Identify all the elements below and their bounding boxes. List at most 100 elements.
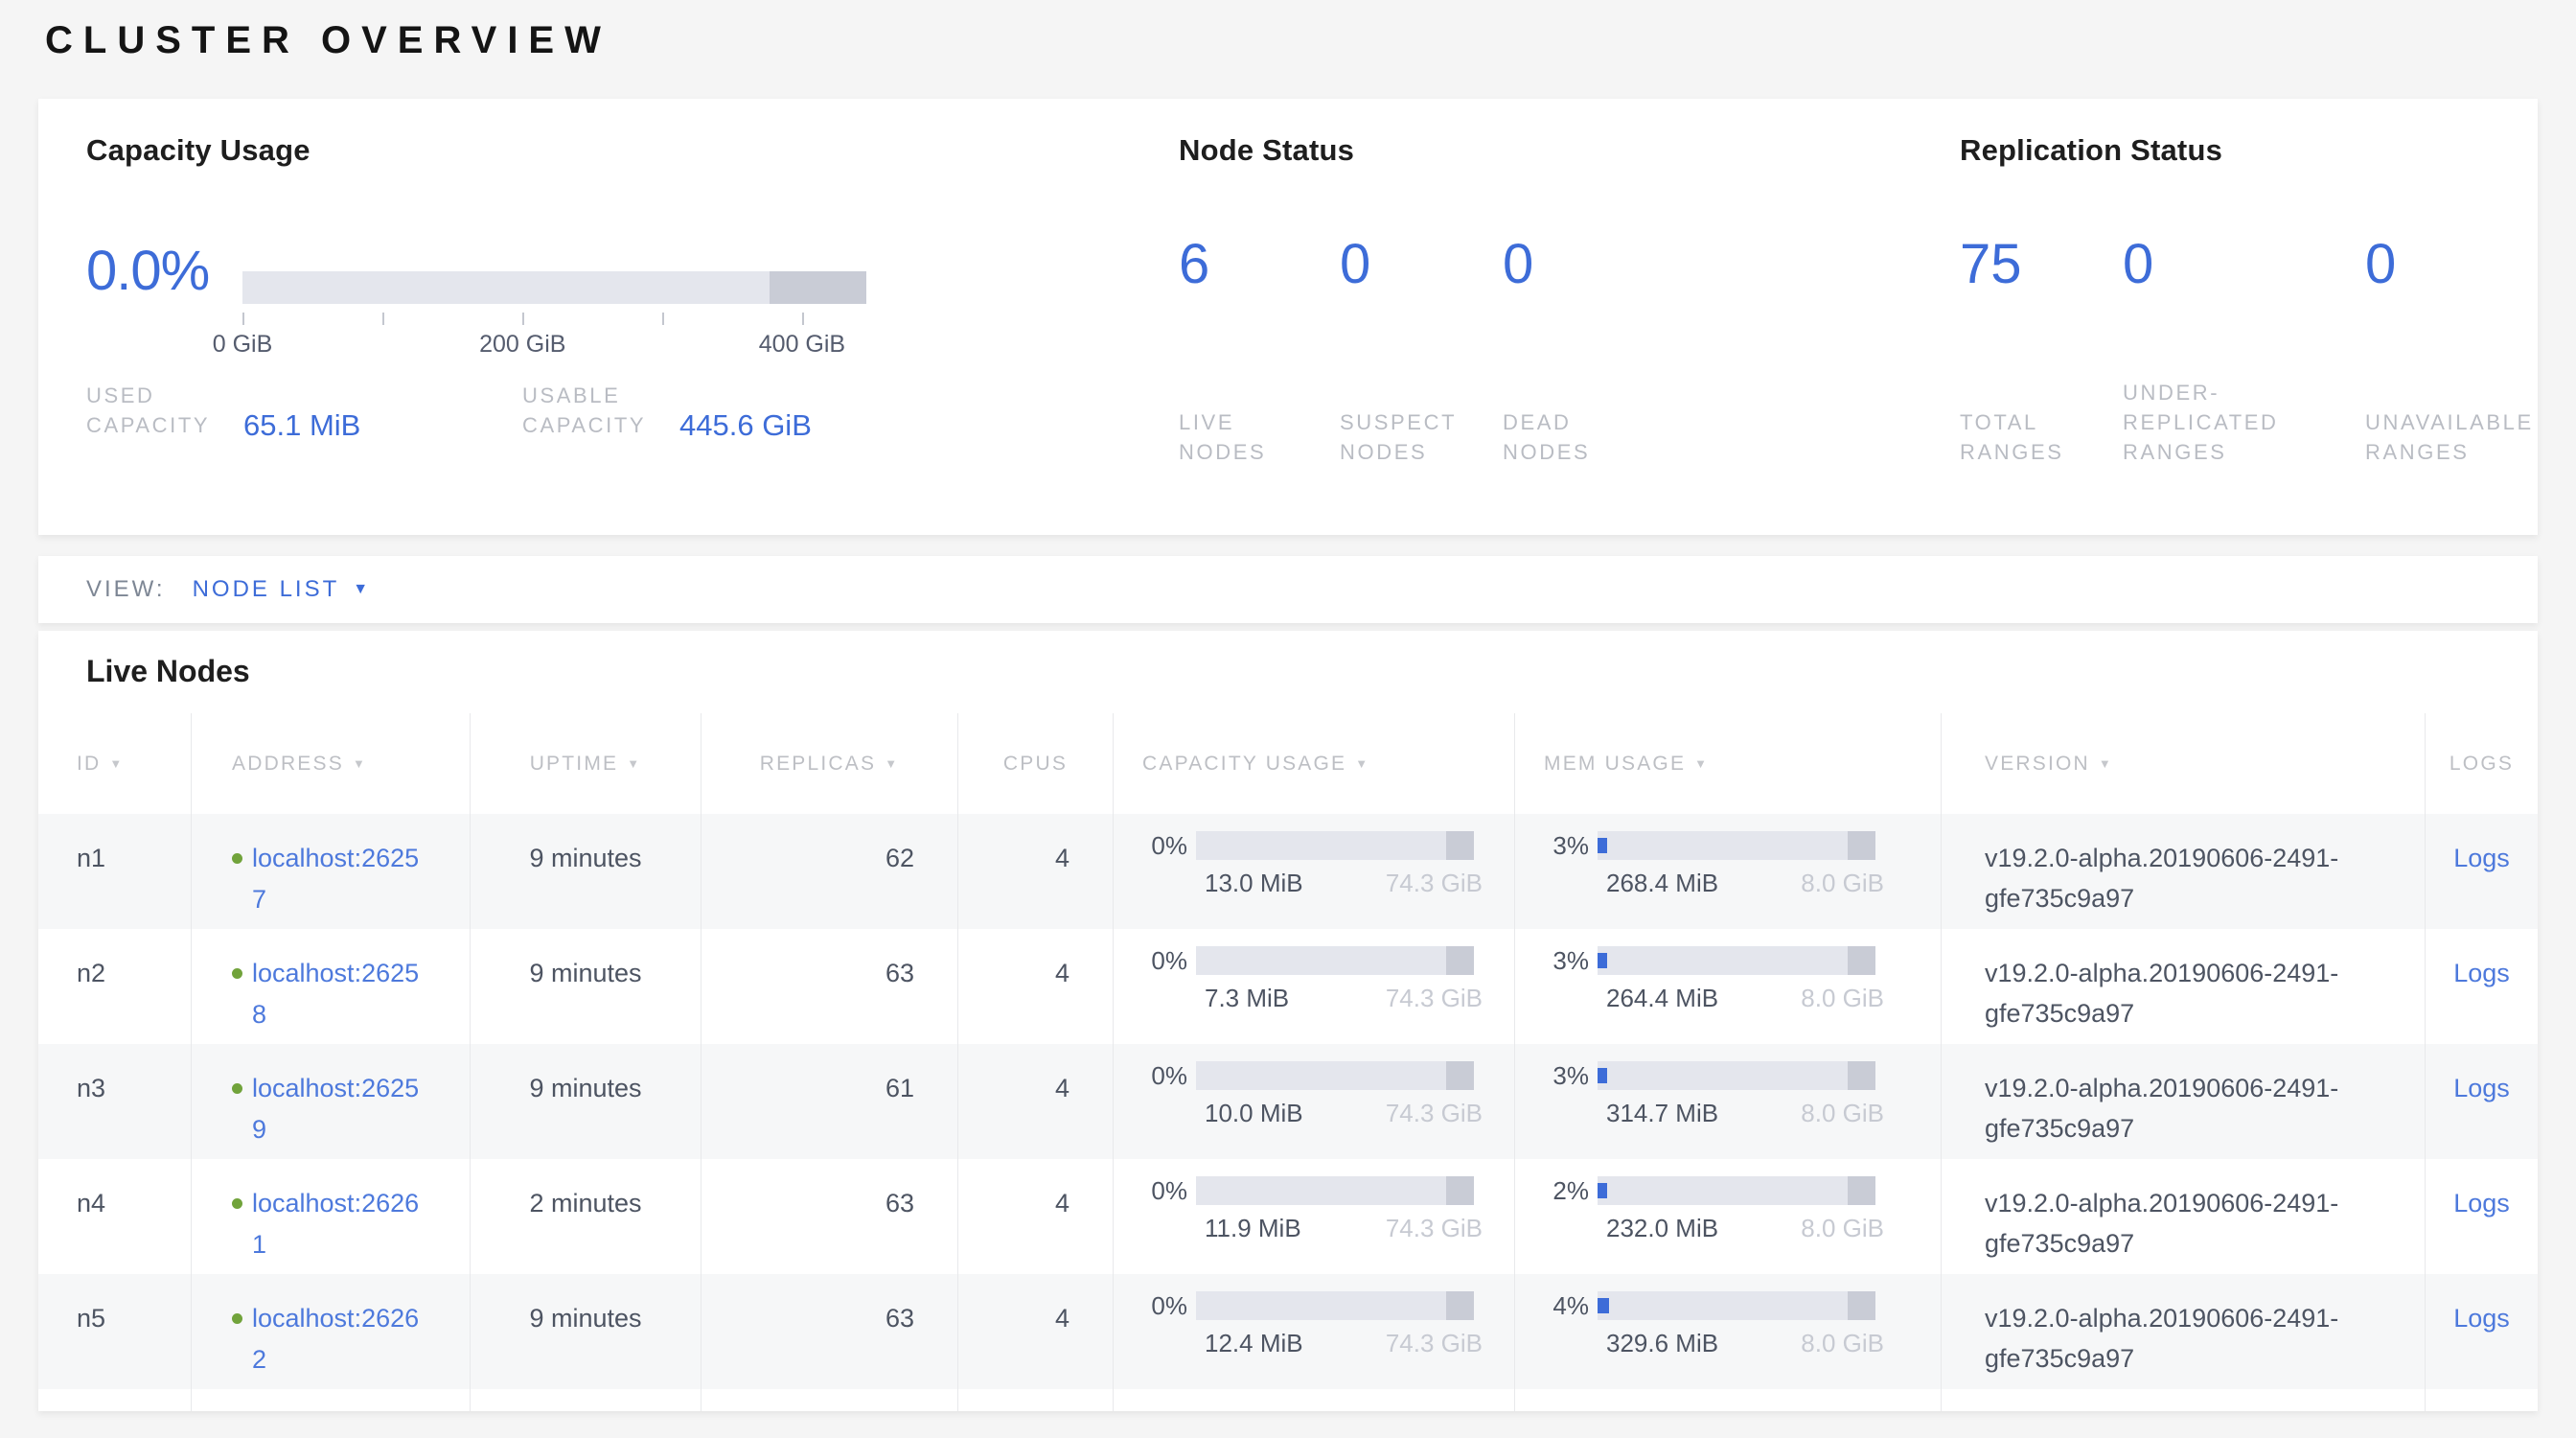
sort-caret-icon: ▼ [353, 756, 367, 771]
address-link[interactable]: localhost:26262 [252, 1298, 423, 1380]
usage-percent: 3% [1515, 1061, 1598, 1091]
column-header-uptime[interactable]: UPTIME ▼ [470, 713, 701, 814]
column-header-id[interactable]: ID▼ [38, 713, 191, 814]
node-live-dot [232, 1083, 242, 1094]
usage-values: 264.4 MiB8.0 GiB [1606, 984, 1884, 1013]
capacity-usage-cell: 0% 11.9 MiB74.3 GiB [1113, 1159, 1514, 1274]
partial-cell [2425, 1389, 2538, 1411]
cell-uptime: 2 minutes [470, 1159, 701, 1274]
live-nodes-card: Live Nodes ID▼ADDRESS▼UPTIME▼REPLICAS▼CP… [38, 631, 2538, 1411]
stat-value: 0 [2365, 237, 2576, 292]
live-nodes-heading: Live Nodes [86, 654, 250, 689]
cell-logs: Logs [2425, 814, 2538, 929]
usage-total: 74.3 GiB [1386, 1329, 1483, 1358]
usage-bar-reserved [1848, 1061, 1875, 1090]
sort-caret-icon: ▼ [885, 756, 899, 771]
table-row: n5localhost:262629 minutes6340%12.4 MiB7… [38, 1274, 2538, 1389]
usage-total: 74.3 GiB [1386, 869, 1483, 898]
stat-value: 65.1 MiB [243, 410, 360, 441]
usage-bar-fill [1598, 1183, 1607, 1198]
tick-label: 200 GiB [479, 331, 565, 359]
node-live-dot [232, 968, 242, 979]
cell-version: v19.2.0-alpha.20190606-2491-gfe735c9a97 [1941, 814, 2425, 929]
stat-label: DEAD NODES [1503, 407, 1661, 467]
cell-logs: Logs [2425, 1044, 2538, 1159]
stat-label: USED CAPACITY [86, 381, 232, 440]
cell-id: n1 [38, 814, 191, 929]
cell-logs: Logs [2425, 1274, 2538, 1389]
usage-values: 11.9 MiB74.3 GiB [1205, 1214, 1483, 1243]
usage-bar-row: 3% [1515, 945, 1941, 976]
address-link[interactable]: localhost:26257 [252, 838, 423, 920]
node-status-section: Node Status 6LIVE NODES0SUSPECT NODES0DE… [1179, 133, 1850, 168]
logs-link[interactable]: Logs [2453, 1189, 2510, 1218]
summary-card: Capacity Usage 0.0% 0 GiB200 GiB400 GiB … [38, 99, 2538, 535]
cell-id: n4 [38, 1159, 191, 1274]
cell-address: localhost:26257 [191, 814, 470, 929]
stat-value: 0 [2123, 237, 2341, 292]
column-label: UPTIME [530, 753, 619, 776]
tick-mark [242, 313, 244, 325]
view-selector[interactable]: NODE LIST ▼ [193, 576, 369, 603]
usage-total: 8.0 GiB [1801, 1329, 1884, 1358]
stat-value: 6 [1179, 237, 1316, 292]
usage-bar-reserved [1848, 1291, 1875, 1320]
usage-percent: 0% [1114, 1176, 1196, 1206]
capacity-stat: USED CAPACITY 65.1 MiB [86, 381, 522, 440]
mem-usage-cell: 3% 264.4 MiB8.0 GiB [1514, 929, 1941, 1044]
cell-uptime: 9 minutes [470, 1274, 701, 1389]
usage-bar-row: 2% [1515, 1175, 1941, 1206]
cell-uptime: 9 minutes [470, 929, 701, 1044]
usage-bar [1196, 1176, 1474, 1205]
column-header-replicas[interactable]: REPLICAS▼ [701, 713, 957, 814]
address-link[interactable]: localhost:26261 [252, 1183, 423, 1265]
usage-used: 314.7 MiB [1606, 1099, 1718, 1128]
cell-cpus: 4 [957, 1274, 1113, 1389]
table-row: n2localhost:262589 minutes6340%7.3 MiB74… [38, 929, 2538, 1044]
capacity-stat: USABLE CAPACITY445.6 GiB [522, 381, 812, 440]
address-link[interactable]: localhost:26259 [252, 1068, 423, 1150]
partial-cell [1113, 1389, 1514, 1411]
usage-used: 232.0 MiB [1606, 1214, 1718, 1243]
usage-bar-reserved [1446, 1291, 1474, 1320]
usage-percent: 4% [1515, 1291, 1598, 1321]
usage-values: 314.7 MiB8.0 GiB [1606, 1099, 1884, 1128]
stat-label: SUSPECT NODES [1340, 407, 1479, 467]
cell-address: localhost:26259 [191, 1044, 470, 1159]
column-header-capacity[interactable]: CAPACITY USAGE▼ [1113, 713, 1514, 814]
logs-link[interactable]: Logs [2453, 1074, 2510, 1102]
usage-bar-row: 0% [1114, 1290, 1514, 1321]
tick-row [242, 313, 866, 325]
column-header-version[interactable]: VERSION▼ [1941, 713, 2425, 814]
logs-link[interactable]: Logs [2453, 959, 2510, 987]
view-bar: VIEW: NODE LIST ▼ [38, 556, 2538, 623]
usage-values: 268.4 MiB8.0 GiB [1606, 869, 1884, 898]
mem-usage-cell: 2%232.0 MiB8.0 GiB [1514, 1159, 1941, 1274]
logs-link[interactable]: Logs [2453, 844, 2510, 872]
usage-bar-fill [1598, 838, 1607, 853]
table-row: n4localhost:262612 minutes6340%11.9 MiB7… [38, 1159, 2538, 1274]
stat-label: TOTAL RANGES [1960, 407, 2099, 467]
usage-bar-reserved [1848, 1176, 1875, 1205]
usage-bar-row: 0% [1114, 1175, 1514, 1206]
usage-bar-fill [1598, 953, 1607, 968]
column-header-memory[interactable]: MEM USAGE▼ [1514, 713, 1941, 814]
partial-cell [38, 1389, 191, 1411]
usage-values: 10.0 MiB74.3 GiB [1205, 1099, 1483, 1128]
usage-bar [1598, 831, 1875, 860]
usage-values: 7.3 MiB74.3 GiB [1205, 984, 1483, 1013]
capacity-stats: USED CAPACITY 65.1 MiB USABLE CAPACITY445.… [86, 381, 812, 440]
logs-link[interactable]: Logs [2453, 1304, 2510, 1333]
mem-usage-cell: 3% 314.7 MiB8.0 GiB [1514, 1044, 1941, 1159]
tick-mark [802, 313, 804, 325]
table-row: n3localhost:262599 minutes6140%10.0 MiB7… [38, 1044, 2538, 1159]
column-label: MEM USAGE [1544, 753, 1686, 776]
address-link[interactable]: localhost:26258 [252, 953, 423, 1035]
column-header-address[interactable]: ADDRESS▼ [191, 713, 470, 814]
usage-percent: 3% [1515, 831, 1598, 861]
stat-total-ranges: 75TOTAL RANGES [1960, 237, 2099, 467]
cell-id: n5 [38, 1274, 191, 1389]
mem-usage-cell: 4%329.6 MiB8.0 GiB [1514, 1274, 1941, 1389]
sort-caret-icon: ▼ [627, 756, 641, 771]
capacity-bar [242, 271, 866, 304]
